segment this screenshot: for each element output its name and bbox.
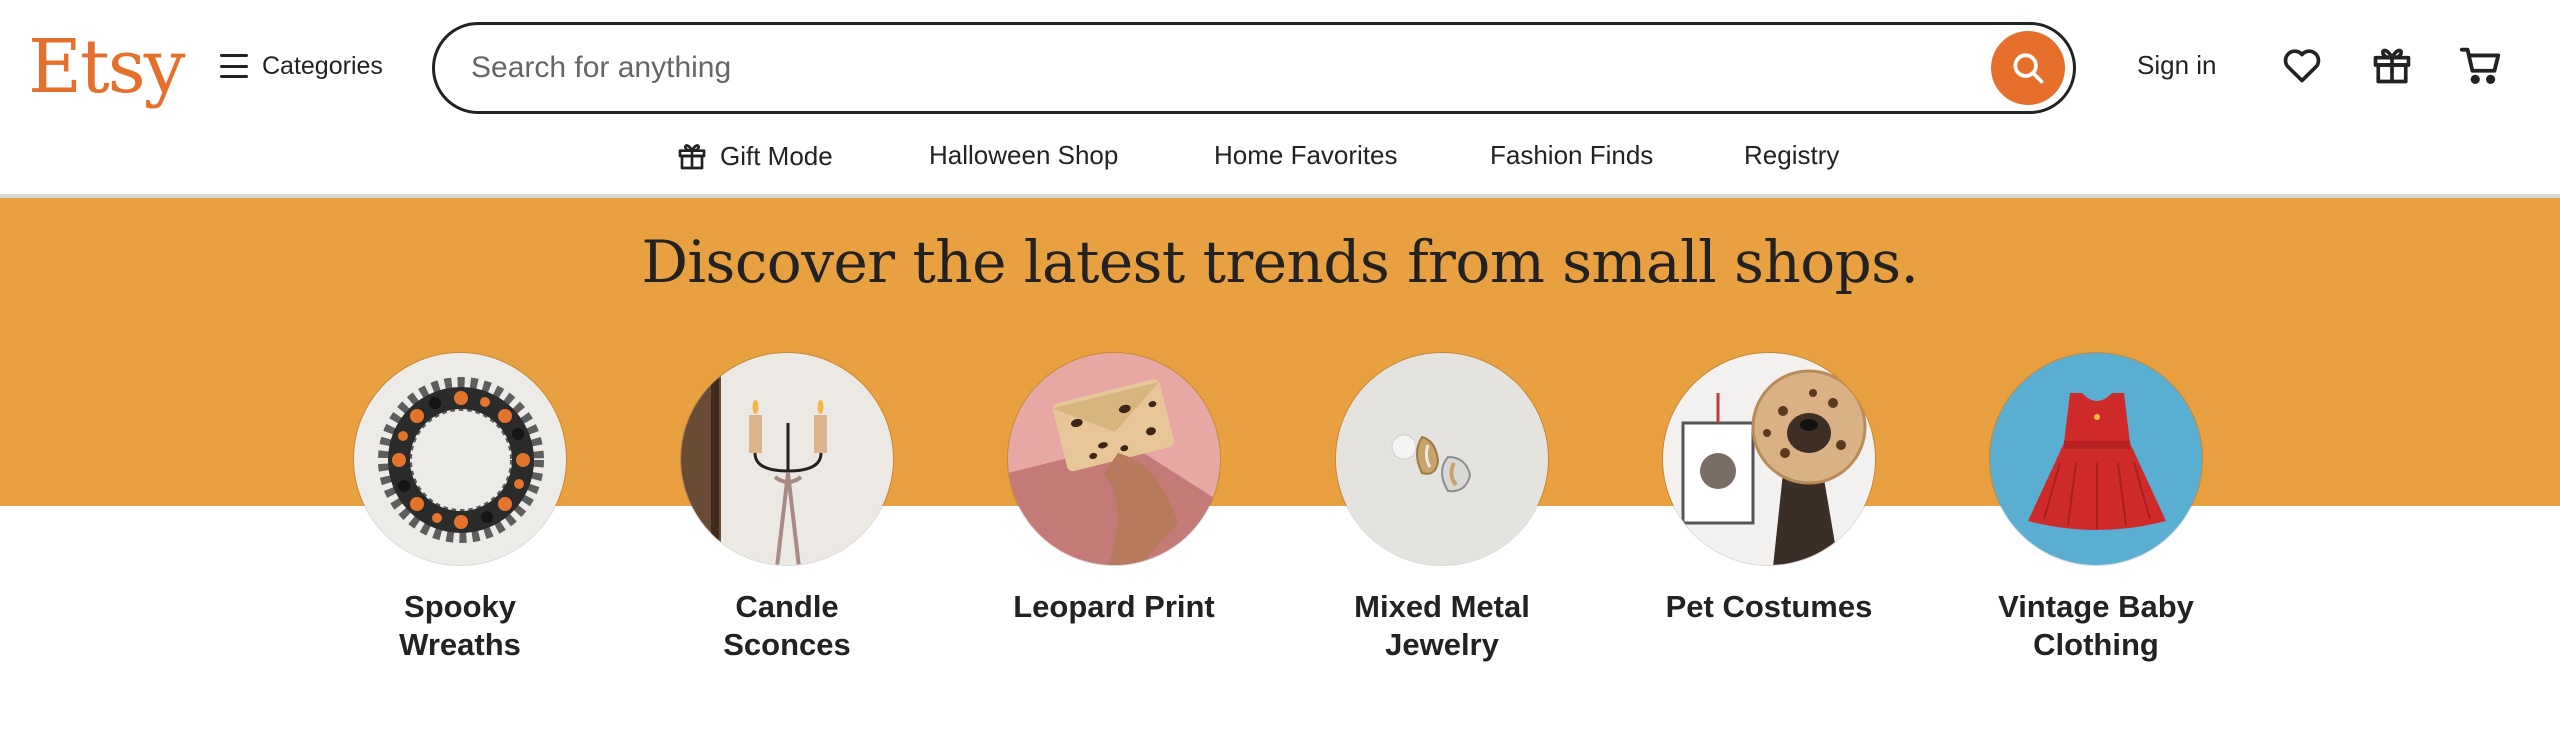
trend-card-mixed-metal-jewelry[interactable]: Mixed Metal Jewelry [1297, 352, 1587, 664]
gift-icon [2373, 48, 2411, 84]
gift-icon [678, 144, 706, 170]
trend-label: Mixed Metal Jewelry [1354, 589, 1530, 662]
subnav-halloween-shop[interactable]: Halloween Shop [929, 140, 1118, 171]
trend-image-sconce [680, 352, 894, 566]
trend-card-spooky-wreaths[interactable]: Spooky Wreaths [315, 352, 605, 664]
search-icon [2013, 53, 2044, 84]
trend-card-pet-costumes[interactable]: Pet Costumes [1624, 352, 1914, 626]
trend-card-leopard-print[interactable]: Leopard Print [969, 352, 1259, 626]
subnav-gift-mode[interactable]: Gift Mode [676, 140, 833, 172]
cart-icon [2459, 47, 2501, 84]
subnav-registry[interactable]: Registry [1744, 140, 1839, 171]
search-button[interactable] [1991, 31, 2065, 105]
subnav-label: Home Favorites [1214, 140, 1398, 170]
trend-label: Leopard Print [1013, 589, 1215, 624]
categories-label: Categories [262, 51, 383, 80]
trend-label: Spooky Wreaths [399, 589, 521, 662]
trend-image-baby-dress [1989, 352, 2203, 566]
trend-image-leopard [1007, 352, 1221, 566]
sub-navigation: Gift Mode Halloween Shop Home Favorites … [0, 134, 2560, 196]
subnav-fashion-finds[interactable]: Fashion Finds [1490, 140, 1653, 171]
sign-in-link[interactable]: Sign in [2137, 50, 2217, 81]
etsy-logo[interactable]: Etsy [28, 22, 186, 112]
favorites-button[interactable] [2277, 40, 2327, 90]
subnav-label: Gift Mode [720, 140, 833, 171]
trend-label: Candle Sconces [723, 589, 851, 662]
subnav-label: Registry [1744, 140, 1840, 170]
subnav-label: Halloween Shop [929, 140, 1119, 170]
trend-image-jewelry [1335, 352, 1549, 566]
search-input[interactable] [471, 45, 1951, 91]
banner-headline: Discover the latest trends from small sh… [641, 228, 1920, 296]
trend-card-vintage-baby-clothing[interactable]: Vintage Baby Clothing [1951, 352, 2241, 664]
menu-icon [220, 54, 248, 78]
trend-label: Pet Costumes [1665, 589, 1873, 624]
gift-button[interactable] [2367, 40, 2417, 90]
search-bar [432, 22, 2076, 114]
trend-card-candle-sconces[interactable]: Candle Sconces [642, 352, 932, 664]
heart-icon [2283, 49, 2321, 83]
categories-button[interactable]: Categories [220, 44, 383, 88]
trend-label: Vintage Baby Clothing [1998, 589, 2194, 662]
subnav-home-favorites[interactable]: Home Favorites [1214, 140, 1398, 171]
trend-image-wreath [353, 352, 567, 566]
trend-image-pet [1662, 352, 1876, 566]
site-header: Etsy Categories Sign in [0, 0, 2560, 134]
subnav-label: Fashion Finds [1490, 140, 1654, 170]
cart-button[interactable] [2456, 40, 2506, 90]
